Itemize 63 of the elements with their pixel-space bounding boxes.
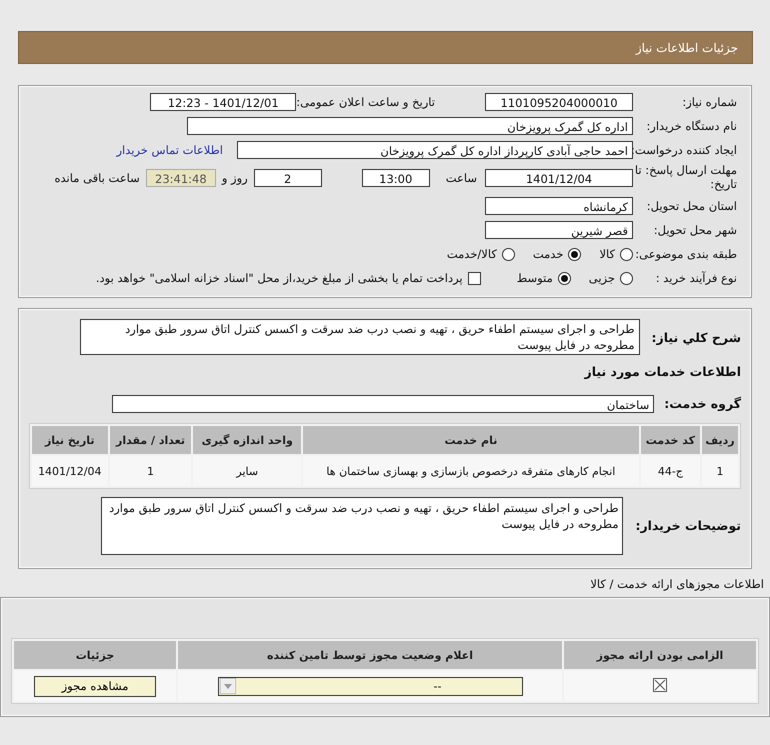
- checkbox-label: پرداخت تمام یا بخشی از مبلغ خرید،از محل "اسناد خزانه اسلامی" خواهد بود.: [96, 271, 463, 286]
- field-label: شرح کلي نياز:: [652, 328, 741, 346]
- city-field: قصر شیرین: [485, 221, 633, 240]
- field-label: ساعت باقی مانده: [54, 170, 140, 185]
- table-cell: سایر: [193, 456, 302, 486]
- requester-field: احمد حاجی آبادی کارپرداز اداره کل گمرک پرویزخان: [237, 140, 633, 158]
- field-label: گروه خدمت:: [664, 394, 741, 412]
- remaining-time-field: 23:41:48: [146, 168, 216, 187]
- table-cell: 1401/12/04: [32, 456, 108, 486]
- deadline-date-field: 1401/12/04: [485, 168, 633, 187]
- column-header: واحد اندازه گیری: [193, 426, 302, 454]
- table-cell: ج-44: [640, 456, 700, 486]
- radio-label: جزیی: [588, 271, 615, 286]
- column-header: کد خدمت: [640, 426, 700, 454]
- checkbox[interactable]: [468, 272, 481, 285]
- table-cell: 1: [702, 456, 738, 486]
- column-header: اعلام وضعیت مجوز توسط تامین کننده: [178, 641, 562, 670]
- table-cell: انجام کارهای متفرقه درخصوص بازسازی و بهسازی ساختمان ها: [303, 456, 639, 486]
- field-label: نوع فرآیند خرید :: [654, 271, 737, 286]
- field-label: استان محل تحویل:: [646, 199, 737, 214]
- field-label: ایجاد کننده درخواست:: [633, 142, 737, 156]
- header-title: جزئیات اطلاعات نیاز: [636, 40, 738, 54]
- service-group-field: ساختمان: [112, 394, 654, 413]
- field-label: تاریخ و ساعت اعلان عمومی:: [296, 94, 435, 108]
- radio-button[interactable]: [558, 272, 571, 285]
- table-cell: 1: [110, 456, 192, 486]
- radio-button[interactable]: [502, 248, 515, 261]
- status-dropdown[interactable]: --: [218, 676, 522, 696]
- radio-label: خدمت: [532, 247, 564, 262]
- radio-button[interactable]: [620, 272, 633, 285]
- field-label: توضیحات خریدار:: [635, 517, 741, 535]
- announce-date-field: 1401/12/01 - 12:23: [150, 92, 296, 110]
- section-title: اطلاعات مجوزهای ارائه خدمت / کالا: [589, 577, 764, 592]
- column-header: تعداد / مقدار: [110, 426, 192, 454]
- field-label: مهلت ارسال پاسخ: تا تاریخ:: [634, 164, 737, 192]
- deadline-time-field: 13:00: [362, 168, 430, 187]
- field-label: شماره نیاز:: [681, 94, 737, 108]
- column-header: جزئیات: [14, 641, 176, 670]
- caret-icon: [220, 678, 236, 694]
- column-header: الزامی بودن ارائه مجوز: [564, 641, 756, 670]
- field-label: ساعت: [446, 170, 477, 185]
- section-title: اطلاعات خدمات مورد نیاز: [583, 362, 741, 380]
- field-label: روز و: [222, 170, 248, 185]
- crossed-box-icon: [653, 678, 667, 692]
- field-label: طبقه بندی موضوعی:: [634, 247, 737, 262]
- column-header: تاریخ نیاز: [32, 426, 108, 454]
- contact-link[interactable]: اطلاعات تماس خریدار: [116, 142, 223, 156]
- column-header: ردیف: [702, 426, 738, 454]
- radio-label: کالا/خدمت: [446, 247, 497, 262]
- buyer-org-field: اداره کل گمرک پرویزخان: [187, 116, 633, 134]
- radio-button[interactable]: [620, 248, 633, 261]
- need-number-field: 1101095204000010: [485, 92, 633, 110]
- province-field: کرمانشاه: [485, 197, 633, 216]
- view-license-button[interactable]: مشاهده مجوز: [34, 676, 156, 697]
- radio-label: متوسط: [516, 271, 553, 286]
- column-header: نام خدمت: [303, 426, 639, 454]
- radio-label: کالا: [599, 247, 615, 262]
- field-label: نام دستگاه خریدار:: [645, 118, 737, 132]
- buyer-notes-field: طراحی و اجرای سیستم اطفاء حریق ، تهیه و نصب درب ضد سرقت و اکسس کنترل اتاق سرور طبق موارد مطروحه در فایل پیوست: [101, 497, 624, 556]
- radio-button[interactable]: [568, 248, 582, 261]
- summary-field: طراحی و اجرای سیستم اطفاء حریق ، تهیه و نصب درب ضد سرقت و اکسس کنترل اتاق سرور طبق موارد مطروحه در فایل پیوست: [80, 318, 640, 355]
- field-label: شهر محل تحویل:: [652, 223, 737, 238]
- days-field: 2: [254, 168, 322, 187]
